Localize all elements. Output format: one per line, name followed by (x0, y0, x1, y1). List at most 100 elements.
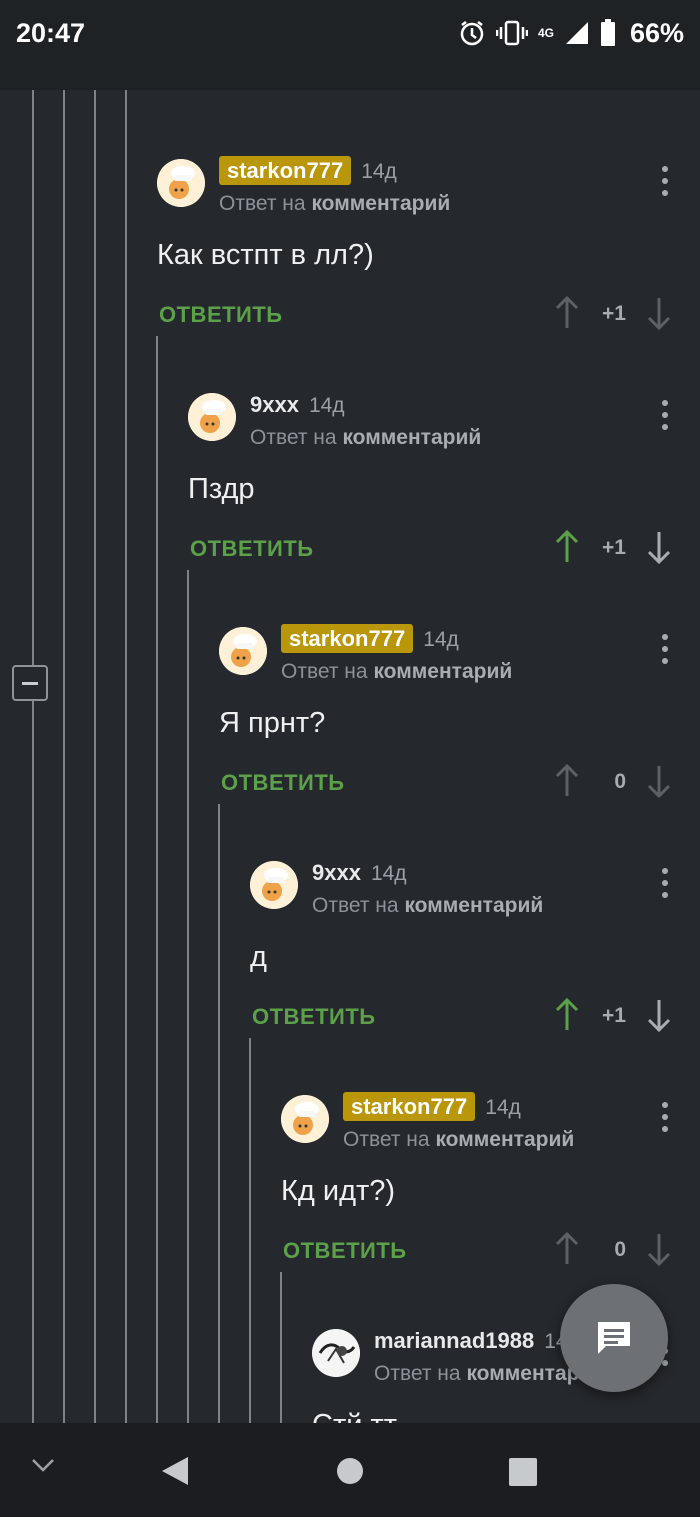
comment-time: 14д (485, 1096, 521, 1119)
reply-prefix: Ответ на (312, 894, 399, 917)
avatar[interactable] (281, 1095, 329, 1143)
reply-to-label: Ответ на комментарий (281, 660, 512, 684)
back-icon[interactable] (160, 1455, 190, 1492)
reply-prefix: Ответ на (250, 426, 337, 449)
reply-prefix: Ответ на (374, 1362, 461, 1385)
comment-time: 14д (423, 628, 459, 651)
username[interactable]: mariannad1988 (374, 1328, 534, 1353)
navigation-bar (0, 1423, 700, 1517)
network-label: 4G (537, 26, 554, 40)
reply-target-link[interactable]: комментарий (373, 660, 512, 683)
comment-meta: mariannad198814д (374, 1328, 580, 1354)
battery-level: 66% (629, 17, 684, 48)
vote-count: +1 (602, 1004, 626, 1027)
thread-line (63, 90, 65, 1423)
vote-count: 0 (614, 770, 626, 793)
upvote-icon[interactable] (554, 997, 580, 1032)
downvote-icon[interactable] (646, 530, 672, 565)
comment-meta: starkon777 14д (281, 624, 459, 653)
more-options-icon[interactable] (660, 1100, 670, 1134)
comment-text: Кд идт?) (281, 1175, 396, 1207)
more-options-icon[interactable] (660, 398, 670, 432)
avatar[interactable] (188, 393, 236, 441)
comment-time: 14д (361, 160, 397, 183)
more-options-icon[interactable] (660, 164, 670, 198)
comment-meta: 9xxx 14д (312, 860, 407, 886)
comment-time: 14д (308, 394, 345, 417)
status-bar: 20:47 4G 66% (0, 0, 700, 90)
reply-to-label: Ответ на комментарий (250, 426, 481, 450)
reply-target-link[interactable]: комментарий (435, 1128, 574, 1151)
username[interactable]: starkon777 (281, 624, 414, 653)
status-icons: 4G 66% (458, 16, 684, 50)
username[interactable]: 9xxx (312, 860, 361, 885)
reply-prefix: Ответ на (219, 192, 306, 215)
recents-icon[interactable] (508, 1457, 538, 1492)
comment-meta: starkon777 14д (343, 1092, 521, 1121)
thread-line (218, 804, 220, 1423)
comment: 9xxx 14д Ответ на комментарий Пздр ОТВЕТИТЬ +… (188, 358, 700, 592)
vote-count: +1 (602, 536, 626, 559)
reply-target-link[interactable]: комментарий (342, 426, 481, 449)
reply-to-label: Ответ на комментарий (312, 894, 543, 918)
reply-button[interactable]: ОТВЕТИТЬ (252, 1004, 376, 1030)
reply-to-label: Ответ на комментарий (219, 192, 450, 216)
reply-button[interactable]: ОТВЕТИТЬ (283, 1238, 407, 1264)
comment-text: д (250, 941, 267, 973)
thread-line (187, 570, 189, 1423)
reply-prefix: Ответ на (281, 660, 368, 683)
comment-text: Я прнт? (219, 707, 326, 739)
downvote-icon[interactable] (646, 296, 672, 331)
upvote-icon[interactable] (554, 529, 580, 564)
upvote-icon[interactable] (554, 763, 580, 798)
comment: starkon777 14д Ответ на комментарий Я прнт?… (219, 592, 700, 826)
downvote-icon[interactable] (646, 1232, 672, 1267)
more-options-icon[interactable] (660, 632, 670, 666)
thread-line (94, 90, 96, 1423)
reply-to-label: Ответ на комментарий (343, 1128, 574, 1152)
collapse-thread-button[interactable] (12, 665, 48, 701)
comment: 9xxx 14д Ответ на комментарий д ОТВЕТИТЬ +1 (250, 826, 700, 1060)
username[interactable]: starkon777 (219, 156, 352, 185)
chevron-down-icon[interactable] (30, 1457, 56, 1478)
reply-button[interactable]: ОТВЕТИТЬ (190, 536, 314, 562)
avatar[interactable] (312, 1329, 360, 1377)
comment-thread: starkon777 14д Ответ на комментарий Как вст… (0, 90, 700, 1423)
thread-line (125, 90, 127, 1423)
battery-icon (600, 19, 616, 47)
status-time: 20:47 (16, 18, 86, 48)
username[interactable]: 9xxx (250, 392, 299, 417)
comment-text: Пздр (188, 473, 255, 505)
avatar[interactable] (219, 627, 267, 675)
downvote-icon[interactable] (646, 764, 672, 799)
more-options-icon[interactable] (660, 866, 670, 900)
upvote-icon[interactable] (554, 295, 580, 330)
reply-button[interactable]: ОТВЕТИТЬ (159, 302, 283, 328)
thread-line (156, 336, 158, 1423)
write-comment-fab[interactable] (560, 1284, 668, 1392)
comment-meta: 9xxx 14д (250, 392, 345, 418)
reply-target-link[interactable]: комментарий (404, 894, 543, 917)
thread-line (280, 1272, 282, 1423)
comment-text: Стй тт (312, 1409, 397, 1423)
comment-time: 14д (370, 862, 407, 885)
avatar[interactable] (157, 159, 205, 207)
comment-meta: starkon777 14д (219, 156, 397, 185)
vote-count: +1 (602, 302, 626, 325)
comment: starkon777 14д Ответ на комментарий Как вст… (157, 124, 700, 358)
signal-icon (564, 20, 590, 46)
vibrate-icon (495, 19, 528, 47)
vote-count: 0 (614, 1238, 626, 1261)
reply-target-link[interactable]: комментарий (311, 192, 450, 215)
reply-button[interactable]: ОТВЕТИТЬ (221, 770, 345, 796)
upvote-icon[interactable] (554, 1231, 580, 1266)
home-icon[interactable] (336, 1457, 364, 1490)
username[interactable]: starkon777 (343, 1092, 476, 1121)
thread-line (32, 90, 34, 1423)
thread-line (249, 1038, 251, 1423)
avatar[interactable] (250, 861, 298, 909)
alarm-icon (458, 19, 486, 47)
comment-text: Как встпт в лл?) (157, 239, 374, 271)
comment: starkon777 14д Ответ на комментарий Кд идт?… (281, 1060, 700, 1294)
downvote-icon[interactable] (646, 998, 672, 1033)
